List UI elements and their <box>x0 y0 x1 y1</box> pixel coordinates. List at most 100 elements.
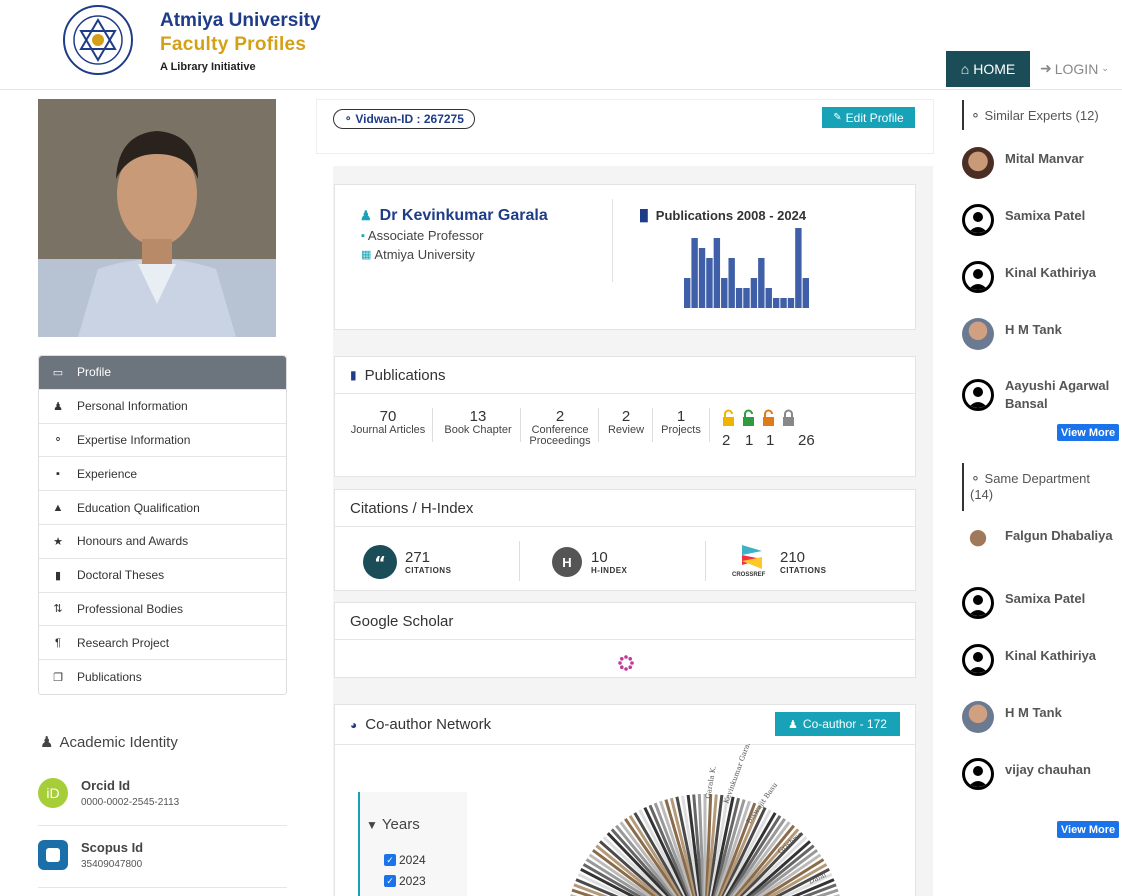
year-checkbox-2024[interactable]: ✓ 2024 <box>384 853 426 867</box>
briefcase-icon: ▪ <box>56 467 60 480</box>
graduation-cap-icon: ▲ <box>52 501 64 514</box>
menu-item-research-project[interactable]: ¶ Research Project <box>39 626 286 661</box>
years-filter-title: ▼ Years <box>366 816 420 833</box>
similar-experts-view-more-button[interactable]: View More <box>1057 424 1119 441</box>
copy-icon: ❐ <box>53 671 63 684</box>
stat-number: 13 <box>469 408 487 425</box>
nav-login[interactable]: ➜ LOGIN ⌄ <box>1040 60 1109 77</box>
stat-divider <box>709 408 710 442</box>
crossref-label: CITATIONS <box>780 565 827 575</box>
stat-divider <box>432 408 433 442</box>
designation-text: Associate Professor <box>367 228 484 243</box>
publication-bar[interactable] <box>795 228 802 308</box>
menu-item-expertise-information[interactable]: ⚬ Expertise Information <box>39 424 286 458</box>
monitor-icon: ▭ <box>52 366 64 379</box>
svg-text:“: “ <box>374 553 386 574</box>
menu-label: Professional Bodies <box>77 601 184 616</box>
checkbox-checked-icon[interactable]: ✓ <box>384 854 396 866</box>
user-circle-icon <box>962 261 994 293</box>
expert-name[interactable]: Kinal Kathiriya <box>1005 264 1122 282</box>
citations-count[interactable]: “ 271 CITATIONS <box>363 545 451 579</box>
menu-label: Honours and Awards <box>77 534 189 549</box>
menu-item-personal-information[interactable]: ♟ Personal Information <box>39 390 286 424</box>
menu-item-publications[interactable]: ❐ Publications <box>39 660 286 694</box>
publication-bar[interactable] <box>713 238 721 308</box>
stat-review[interactable]: 2 Review <box>604 409 648 436</box>
avatar <box>962 701 994 733</box>
menu-item-profile[interactable]: ▭ Profile <box>39 356 286 390</box>
citations-title: Citations / H-Index <box>350 499 474 517</box>
publication-bar[interactable] <box>684 278 691 308</box>
coauthor-count-button[interactable]: ♟ Co-author - 172 <box>775 712 900 736</box>
department-member-name[interactable]: Falgun Dhabaliya <box>1005 527 1122 545</box>
year-checkbox-2023[interactable]: ✓ 2023 <box>384 874 426 888</box>
orcid-row[interactable]: iD Orcid Id 0000-0002-2545-2113 <box>38 770 287 826</box>
edit-icon: ✎ <box>833 112 842 123</box>
menu-item-experience[interactable]: ▪ Experience <box>39 457 286 492</box>
menu-label: Research Project <box>77 635 170 650</box>
stat-conference-proceedings[interactable]: 2 Conference Proceedings <box>526 409 594 447</box>
institution: ▦ Atmiya University <box>361 247 475 262</box>
publication-bar[interactable] <box>735 288 743 308</box>
menu-item-professional-bodies[interactable]: ⇅ Professional Bodies <box>39 593 286 627</box>
site-subtitle: Faculty Profiles <box>160 34 307 55</box>
university-logo[interactable] <box>62 4 134 76</box>
publication-bar[interactable] <box>765 288 772 308</box>
building-icon: ▦ <box>361 249 372 261</box>
svg-text:iD: iD <box>46 785 59 801</box>
publication-bar[interactable] <box>750 278 758 308</box>
expert-name[interactable]: Samixa Patel <box>1005 207 1122 225</box>
years-title-text: Years <box>381 816 420 833</box>
department-member-name[interactable]: Kinal Kathiriya <box>1005 647 1122 665</box>
publication-bar[interactable] <box>802 278 809 308</box>
menu-label: Personal Information <box>77 399 188 414</box>
same-department-title: Same Department (14) <box>970 471 1091 502</box>
stat-label: Journal Articles <box>350 424 426 436</box>
institution-text[interactable]: Atmiya University <box>374 247 474 262</box>
stat-book-chapter[interactable]: 13 Book Chapter <box>440 409 516 436</box>
publication-bar[interactable] <box>758 258 765 308</box>
menu-item-doctoral-theses[interactable]: ▮ Doctoral Theses <box>39 559 286 593</box>
scopus-value[interactable]: 35409047800 <box>81 859 142 870</box>
menu-item-honours-and-awards[interactable]: ★ Honours and Awards <box>39 525 286 559</box>
publication-bar[interactable] <box>728 258 735 308</box>
coauthor-network-graph[interactable]: Garala K. Kevinkumar Garala Biswajit Bas… <box>460 744 900 896</box>
hindex-count[interactable]: H 10 H-INDEX <box>551 546 627 578</box>
citations-card-header: Citations / H-Index <box>335 490 915 527</box>
edit-profile-button[interactable]: ✎ Edit Profile <box>822 107 915 128</box>
scopus-row[interactable]: Scopus Id 35409047800 <box>38 832 287 888</box>
crossref-count[interactable]: CROSSREF 210 CITATIONS <box>732 543 826 581</box>
citations-divider <box>519 541 520 581</box>
publication-bar[interactable] <box>721 278 728 308</box>
department-member-name[interactable]: vijay chauhan <box>1005 761 1122 779</box>
publication-bar[interactable] <box>772 298 780 308</box>
checkbox-checked-icon[interactable]: ✓ <box>384 875 396 887</box>
expert-name[interactable]: Aayushi Agarwal Bansal <box>1005 377 1122 413</box>
same-department-view-more-button[interactable]: View More <box>1057 821 1119 838</box>
stat-journal-articles[interactable]: 70 Journal Articles <box>349 409 427 436</box>
similar-experts-title: Similar Experts (12) <box>984 108 1099 123</box>
department-member-name[interactable]: Samixa Patel <box>1005 590 1122 608</box>
publication-bar[interactable] <box>743 288 750 308</box>
avatar <box>962 147 994 179</box>
publication-bar[interactable] <box>787 298 795 308</box>
publication-bar[interactable] <box>706 258 713 308</box>
publication-bar[interactable] <box>780 298 787 308</box>
expert-name[interactable]: H M Tank <box>1005 321 1122 339</box>
stat-label: Conference Proceedings <box>529 424 591 447</box>
same-department-header: ⚬ Same Department (14) <box>962 463 1112 511</box>
menu-item-education-qualification[interactable]: ▲ Education Qualification <box>39 491 286 525</box>
department-member-name[interactable]: H M Tank <box>1005 704 1122 722</box>
hindex-badge-icon: H <box>552 547 582 577</box>
trophy-icon: ★ <box>53 535 63 548</box>
stat-divider <box>520 408 521 442</box>
orcid-value[interactable]: 0000-0002-2545-2113 <box>81 797 179 808</box>
citations-label: CITATIONS <box>405 565 452 575</box>
user-circle-icon <box>962 644 994 676</box>
publication-bar[interactable] <box>698 248 706 308</box>
publication-bar[interactable] <box>691 238 698 308</box>
stat-projects[interactable]: 1 Projects <box>656 409 706 436</box>
publications-sparkline-chart[interactable] <box>684 228 810 308</box>
nav-home[interactable]: ⌂ HOME <box>946 51 1030 87</box>
expert-name[interactable]: Mital Manvar <box>1005 150 1122 168</box>
